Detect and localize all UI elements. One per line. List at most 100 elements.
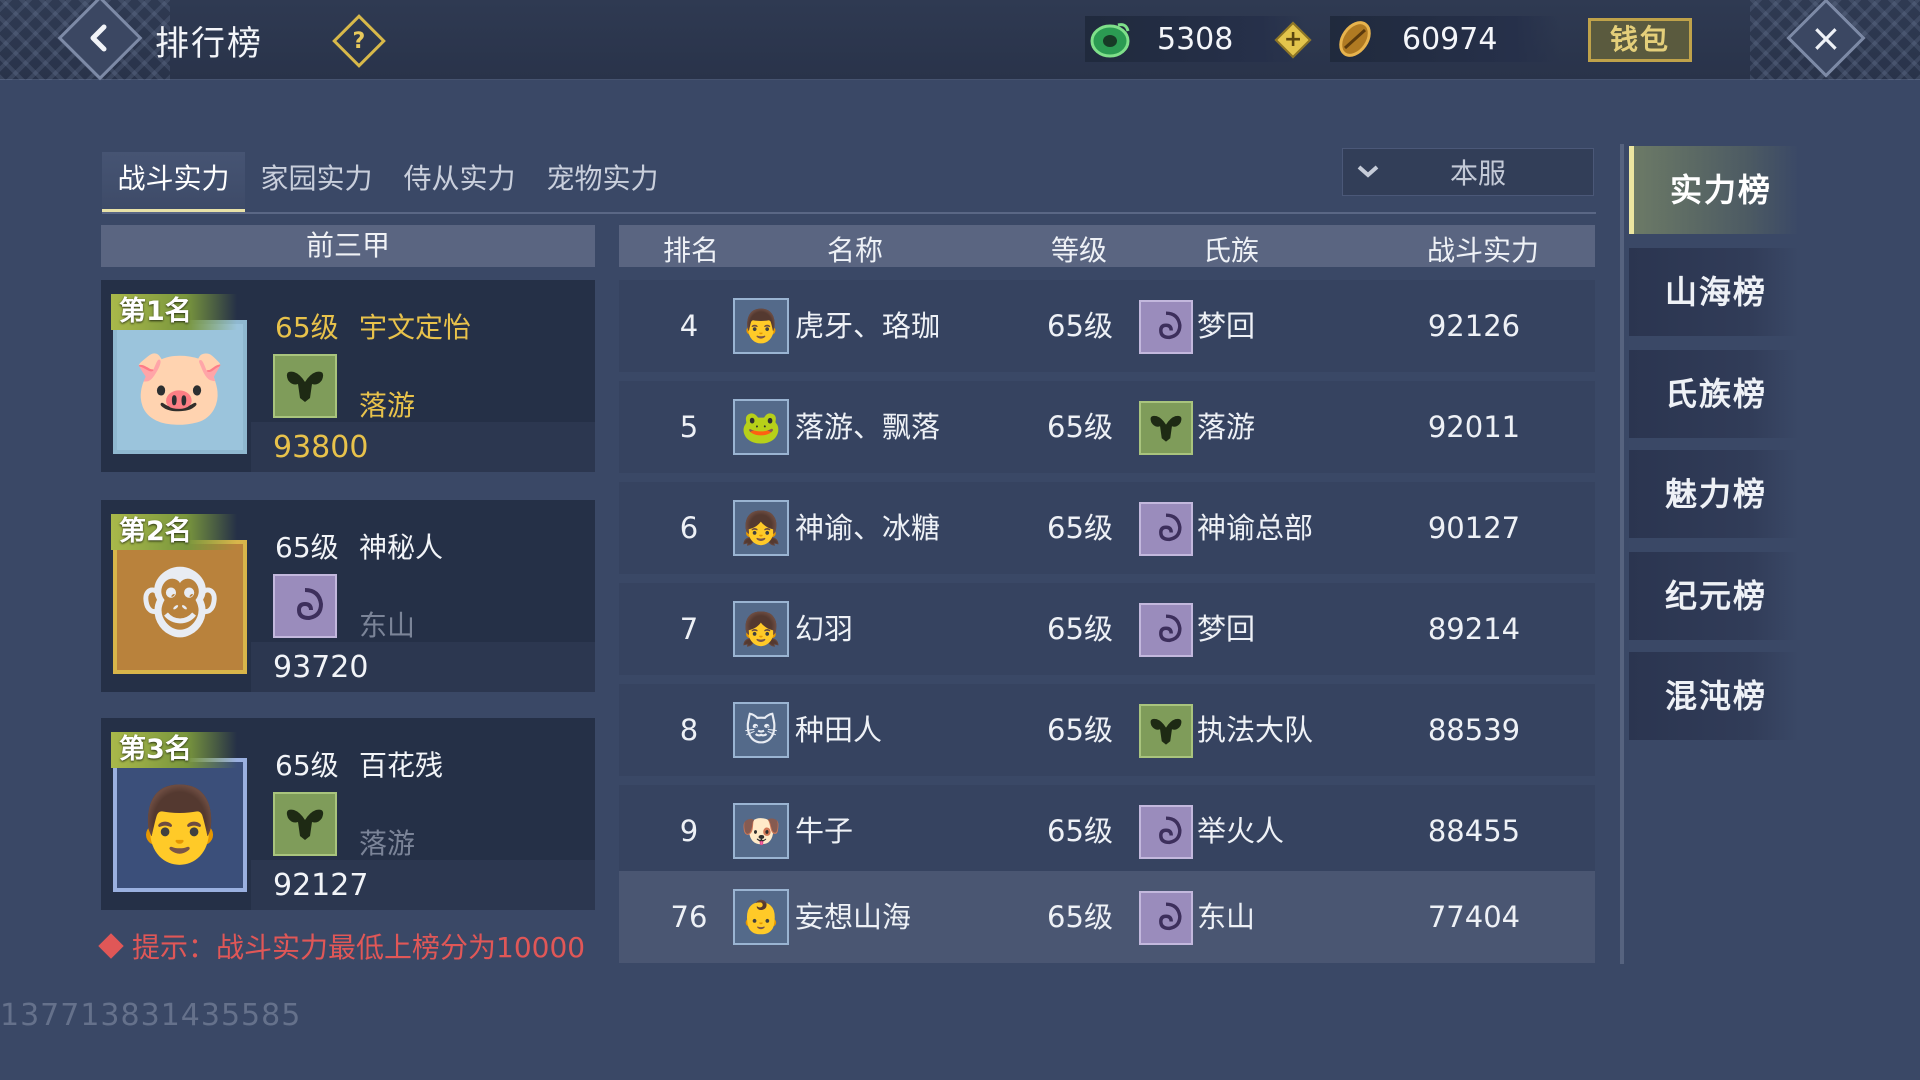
page-title: 排行榜 [155, 24, 263, 64]
row-power: 88455 [1427, 814, 1521, 848]
cat-avatar: 🐱 [733, 702, 789, 758]
monkey-avatar: 🐵 [113, 540, 247, 674]
row-clan: 东山 [1197, 900, 1256, 934]
tab-attendant-power[interactable]: 侍从实力 [388, 152, 531, 214]
top-bar: 排行榜 ? 5308 + 60974 钱包 × [0, 0, 1920, 81]
player-uid: 137713831435585 [0, 998, 302, 1033]
baby-avatar: 👶 [733, 889, 789, 945]
player-level: 65级 [275, 311, 339, 344]
row-level: 65级 [1047, 814, 1113, 848]
wallet-button[interactable]: 钱包 [1588, 18, 1692, 62]
row-power: 92126 [1427, 309, 1521, 343]
row-clan: 神谕总部 [1197, 511, 1314, 545]
ram-emblem-icon [1139, 401, 1193, 455]
back-arrow-icon [90, 24, 107, 52]
player-clan: 东山 [359, 609, 416, 642]
player-clan: 落游 [359, 389, 416, 422]
player-power: 93720 [273, 650, 369, 685]
tabs-divider [102, 212, 1596, 214]
coin-currency: 60974 [1330, 16, 1560, 62]
menu-clan-rank[interactable]: 氏族榜 [1629, 350, 1799, 438]
table-row[interactable]: 9 🐶 牛子 65级 举火人 88455 [619, 785, 1595, 877]
player-power: 93800 [273, 430, 369, 465]
menu-shanhai-rank[interactable]: 山海榜 [1629, 248, 1799, 336]
swirl-emblem-icon [1139, 502, 1193, 556]
ram-emblem-icon [1139, 704, 1193, 758]
table-row-self[interactable]: 76 👶 妄想山海 65级 东山 77404 [619, 871, 1595, 963]
player-name: 宇文定怡 [359, 311, 472, 344]
shell-currency-icon [1330, 16, 1380, 62]
swirl-emblem-icon [273, 574, 337, 638]
tab-home-power[interactable]: 家园实力 [245, 152, 388, 214]
top3-header: 前三甲 [101, 225, 595, 267]
tab-pet-power[interactable]: 宠物实力 [531, 152, 674, 214]
swirl-emblem-icon [1139, 300, 1193, 354]
help-button[interactable]: ? [332, 14, 386, 68]
table-row[interactable]: 7 👧 幻羽 65级 梦回 89214 [619, 583, 1595, 675]
row-name: 虎牙、珞珈 [795, 309, 941, 343]
server-dropdown[interactable]: 本服 [1342, 148, 1594, 196]
header-clan: 氏族 [1203, 234, 1260, 267]
frog-avatar: 🐸 [733, 399, 789, 455]
player-name: 百花残 [359, 749, 444, 782]
swirl-emblem-icon [1139, 805, 1193, 859]
row-level: 65级 [1047, 713, 1113, 747]
menu-strength-rank[interactable]: 实力榜 [1629, 146, 1799, 234]
swirl-emblem-icon [1139, 603, 1193, 657]
row-name: 落游、飘落 [795, 410, 941, 444]
player-level: 65级 [275, 531, 339, 564]
player-level: 65级 [275, 749, 339, 782]
player-clan: 落游 [359, 827, 416, 860]
row-level: 65级 [1047, 511, 1113, 545]
warning-icon [98, 933, 124, 959]
power-type-tabs: 战斗实力 家园实力 侍从实力 宠物实力 [102, 152, 674, 214]
close-icon: × [1810, 16, 1842, 60]
row-clan: 梦回 [1197, 309, 1256, 343]
jade-currency: 5308 [1085, 16, 1305, 62]
row-power: 90127 [1427, 511, 1521, 545]
question-icon: ? [352, 28, 366, 54]
jade-amount: 5308 [1157, 21, 1234, 57]
row-name: 牛子 [795, 814, 854, 848]
table-row[interactable]: 5 🐸 落游、飘落 65级 落游 92011 [619, 381, 1595, 473]
rank-badge: 第1名 [111, 294, 237, 330]
server-dropdown-value: 本服 [1449, 157, 1506, 190]
top3-card-2[interactable]: 🐵 第2名 65级 神秘人 东山 93720 [101, 500, 595, 692]
row-level: 65级 [1047, 612, 1113, 646]
hint-label: 提示：战斗实力最低上榜分为10000 [132, 931, 586, 964]
row-name: 种田人 [795, 713, 883, 747]
man-avatar: 👨 [733, 298, 789, 354]
row-clan: 执法大队 [1197, 713, 1314, 747]
menu-chaos-rank[interactable]: 混沌榜 [1629, 652, 1799, 740]
coin-amount: 60974 [1402, 21, 1498, 57]
ram-emblem-icon [273, 792, 337, 856]
player-power: 92127 [273, 868, 369, 903]
rank-table-header: 排名 名称 等级 氏族 战斗实力 [619, 225, 1595, 267]
pet-avatar: 🐶 [733, 803, 789, 859]
row-level: 65级 [1047, 900, 1113, 934]
table-row[interactable]: 6 👧 神谕、冰糖 65级 神谕总部 90127 [619, 482, 1595, 574]
man-avatar: 👨 [113, 758, 247, 892]
row-level: 65级 [1047, 410, 1113, 444]
menu-charm-rank[interactable]: 魅力榜 [1629, 450, 1799, 538]
girl-avatar: 👧 [733, 500, 789, 556]
rank-badge: 第2名 [111, 514, 237, 550]
row-power: 77404 [1427, 900, 1521, 934]
player-name: 神秘人 [359, 531, 444, 564]
row-name: 神谕、冰糖 [795, 511, 941, 545]
table-row[interactable]: 8 🐱 种田人 65级 执法大队 88539 [619, 684, 1595, 776]
swirl-emblem-icon [1139, 891, 1193, 945]
header-level: 等级 [1051, 234, 1108, 267]
top3-card-3[interactable]: 👨 第3名 65级 百花残 落游 92127 [101, 718, 595, 910]
header-rank: 排名 [663, 234, 720, 267]
header-power: 战斗实力 [1427, 234, 1540, 267]
row-level: 65级 [1047, 309, 1113, 343]
menu-era-rank[interactable]: 纪元榜 [1629, 552, 1799, 640]
table-row[interactable]: 4 👨 虎牙、珞珈 65级 梦回 92126 [619, 280, 1595, 372]
ram-emblem-icon [273, 354, 337, 418]
tab-combat-power[interactable]: 战斗实力 [102, 152, 245, 214]
row-clan: 落游 [1197, 410, 1256, 444]
girl-avatar: 👧 [733, 601, 789, 657]
row-name: 幻羽 [795, 612, 854, 646]
top3-card-1[interactable]: 🐷 第1名 65级 宇文定怡 落游 93800 [101, 280, 595, 472]
